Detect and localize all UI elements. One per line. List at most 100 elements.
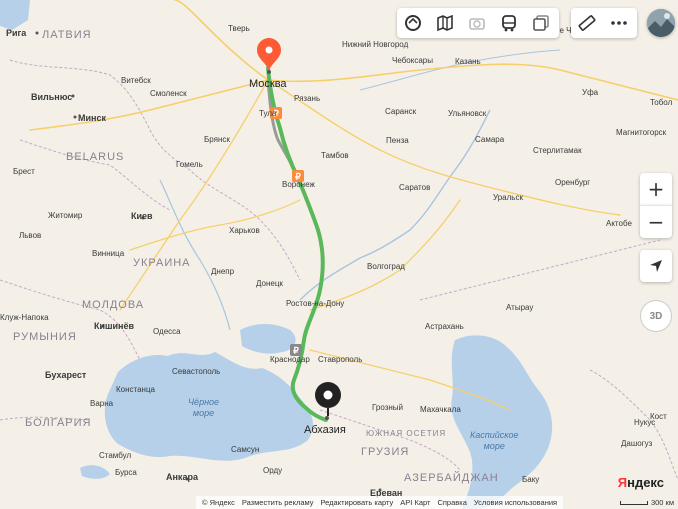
geolocation-button[interactable] [640,250,672,282]
copyright[interactable]: © Яндекс [202,498,235,507]
city-label[interactable]: Варна [90,399,113,409]
offline-maps-button[interactable] [525,8,557,38]
city-label[interactable]: Баку [522,475,539,485]
city-label[interactable]: Махачкала [420,405,461,415]
scale-label: 300 км [650,498,674,507]
zoom-in-button[interactable]: + [640,173,672,205]
city-label[interactable]: Ульяновск [448,109,486,119]
city-label[interactable]: Вильнюс [31,92,72,102]
city-label[interactable]: Севастополь [172,367,220,377]
city-label[interactable]: Москва [249,78,287,91]
user-avatar[interactable] [647,9,675,37]
advertise-link[interactable]: Разместить рекламу [242,498,314,507]
city-label[interactable]: Витебск [121,76,151,86]
city-label[interactable]: ЛАТВИЯ [42,30,92,41]
city-label[interactable]: Гомель [176,160,203,170]
minus-icon: − [647,210,665,234]
tilt-3d-label: 3D [649,310,663,322]
terms-link[interactable]: Условия использования [474,498,557,507]
city-label[interactable]: Абхазия [304,424,346,437]
city-label[interactable]: Минск [78,113,106,123]
city-label[interactable]: Саранск [385,107,416,117]
layers-icon [405,15,421,31]
city-label[interactable]: Одесса [153,327,181,337]
city-label[interactable]: АЗЕРБАЙДЖАН [404,473,499,484]
yandex-logo: Яндекс [618,475,664,490]
city-label[interactable]: БОЛГАРИЯ [25,418,92,429]
sea-label: Чёрное море [188,397,220,418]
logo-letter: Я [617,475,628,490]
city-label[interactable]: Ставрополь [318,355,362,365]
map-atlas-icon [437,14,453,32]
zoom-out-button[interactable]: − [640,205,672,238]
city-label[interactable]: Львов [19,231,41,241]
help-link[interactable]: Справка [437,498,466,507]
city-label[interactable]: Донецк [256,279,283,289]
city-label[interactable]: Оренбург [555,178,590,188]
city-label[interactable]: ГРУЗИЯ [361,447,409,458]
city-label[interactable]: Бурса [115,468,137,478]
ruler-button[interactable] [571,8,603,38]
edit-map-link[interactable]: Редактировать карту [321,498,394,507]
city-label[interactable]: Рига [6,28,26,38]
location-arrow-icon [650,260,662,272]
city-label[interactable]: Стамбул [99,451,131,461]
city-label[interactable]: Констанца [116,385,155,395]
city-label[interactable]: Стерлитамак [533,146,582,156]
city-label[interactable]: Тверь [228,24,250,34]
city-label[interactable]: Магнитогорск [616,128,666,138]
city-label[interactable]: Волгоград [367,262,405,272]
city-label[interactable]: Уральск [493,193,523,203]
city-label[interactable]: Ростов-на-Дону [286,299,344,309]
city-label[interactable]: Нижний Новгород [342,40,408,50]
tilt-3d-button[interactable]: 3D [640,300,672,332]
city-label[interactable]: Самара [475,135,504,145]
city-label[interactable]: Тула [259,109,276,119]
city-label[interactable]: Самсун [231,445,259,455]
city-label[interactable]: Брест [13,167,35,177]
city-label[interactable]: Клуж-Напока [0,313,49,323]
city-label[interactable]: Киев [131,211,153,221]
city-label[interactable]: УКРАИНА [133,258,191,269]
city-label[interactable]: Анкара [166,472,198,482]
city-label[interactable]: Атырау [506,303,533,313]
transport-button[interactable] [493,8,525,38]
api-link[interactable]: API Карт [400,498,430,507]
city-label[interactable]: Уфа [582,88,598,98]
city-label[interactable]: Дашогуз [621,439,652,449]
city-label[interactable]: Орду [263,466,282,476]
more-button[interactable] [603,8,635,38]
city-label[interactable]: Харьков [229,226,260,236]
city-label[interactable]: Тобол [650,98,672,108]
city-label[interactable]: МОЛДОВА [82,300,144,311]
city-label[interactable]: Актобе [606,219,632,229]
city-label[interactable]: Кост [650,412,667,422]
city-label[interactable]: BELARUS [66,152,124,163]
panorama-button[interactable] [461,8,493,38]
city-label[interactable]: Днепр [211,267,234,277]
city-label[interactable]: Винница [92,249,124,259]
city-label[interactable]: Бухарест [45,370,86,380]
city-label[interactable]: Брянск [204,135,230,145]
layers-button[interactable] [397,8,429,38]
city-label[interactable]: Казань [455,57,481,67]
city-label[interactable]: РУМЫНИЯ [13,332,77,343]
tools-toolbar [571,8,637,38]
scale-bar [619,500,648,505]
city-label[interactable]: Воронеж [282,180,315,190]
scale-indicator: 300 км [619,498,674,507]
atlas-button[interactable] [429,8,461,38]
city-label[interactable]: ЮЖНАЯ ОСЕТИЯ [366,429,446,439]
city-label[interactable]: Грозный [372,403,403,413]
city-label[interactable]: Краснодар [270,355,310,365]
city-label[interactable]: Житомир [48,211,82,221]
city-label[interactable]: Тамбов [321,151,349,161]
city-label[interactable]: Астрахань [425,322,464,332]
city-label[interactable]: Смоленск [150,89,187,99]
city-label[interactable]: Саратов [399,183,430,193]
city-label[interactable]: Кишинёв [94,321,134,331]
city-label[interactable]: Чебоксары [392,56,433,66]
svg-text:₽: ₽ [293,346,299,356]
city-label[interactable]: Рязань [294,94,320,104]
city-label[interactable]: Пенза [386,136,409,146]
